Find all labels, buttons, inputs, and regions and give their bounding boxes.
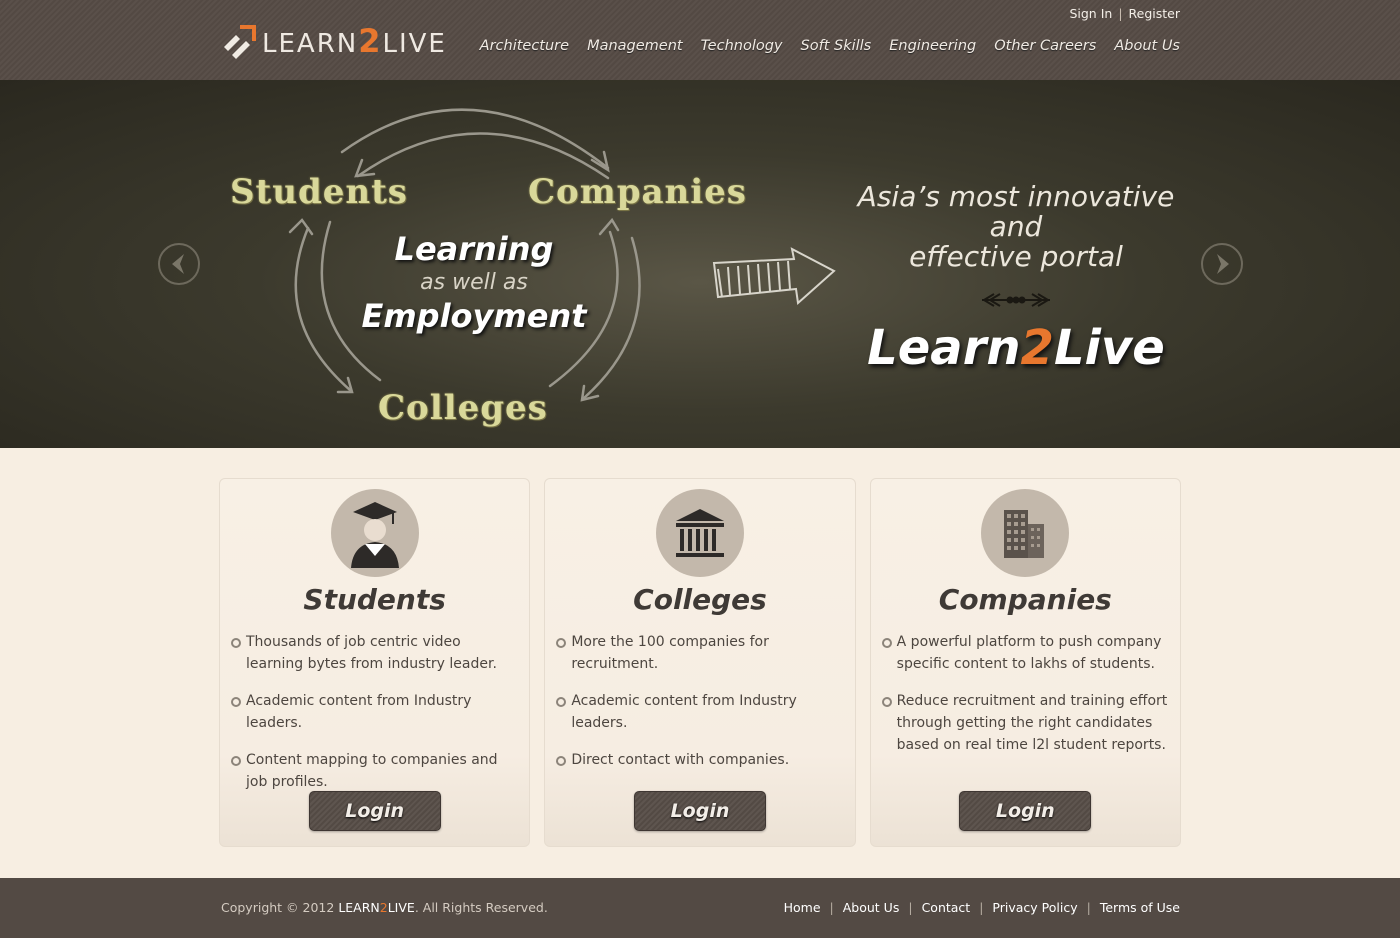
site-logo[interactable]: LEARN2LIVE xyxy=(220,20,460,62)
hero-employment-text: Employment xyxy=(361,297,587,335)
nav-item-technology[interactable]: Technology xyxy=(701,38,783,54)
hero-as-well-as-text: as well as xyxy=(420,270,528,295)
site-footer: Copyright © 2012 LEARN2LIVE. All Rights … xyxy=(0,878,1400,938)
register-link[interactable]: Register xyxy=(1129,6,1180,21)
auth-links: Sign In | Register xyxy=(1069,6,1180,21)
office-buildings-icon xyxy=(981,489,1070,577)
logo-text: LEARN2LIVE xyxy=(262,22,447,60)
footer-link-about-us[interactable]: About Us xyxy=(843,900,900,915)
card-title-colleges: Colleges xyxy=(633,583,767,616)
cycle-label-students: Students xyxy=(230,172,408,212)
footer-links: Home | About Us | Contact | Privacy Poli… xyxy=(784,900,1180,915)
footer-link-privacy-policy[interactable]: Privacy Policy xyxy=(992,900,1077,915)
card-title-students: Students xyxy=(303,583,446,616)
site-header: LEARN2LIVE Sign In | Register Architectu… xyxy=(0,0,1400,80)
list-item: More the 100 companies for recruitment. xyxy=(555,631,845,675)
copyright-text: Copyright © 2012 LEARN2LIVE. All Rights … xyxy=(221,900,548,915)
hero-center-text: Learning as well as Employment xyxy=(360,230,588,335)
students-login-button[interactable]: Login xyxy=(308,791,441,831)
footer-separator: | xyxy=(1086,900,1091,915)
ornament-divider-icon xyxy=(982,293,1050,307)
colleges-login-button[interactable]: Login xyxy=(633,791,766,831)
chevron-right-icon xyxy=(1217,254,1229,274)
list-item: Academic content from Industry leaders. xyxy=(555,690,845,734)
companies-feature-list: A powerful platform to push company spec… xyxy=(881,631,1171,771)
nav-item-about-us[interactable]: About Us xyxy=(1114,38,1180,54)
hero-tagline: Asia’s most innovative and effective por… xyxy=(856,182,1176,272)
audience-cards: Students Thousands of job centric video … xyxy=(219,478,1181,847)
college-building-icon xyxy=(655,489,744,577)
hero-learning-text: Learning xyxy=(394,230,554,268)
nav-item-other-careers[interactable]: Other Careers xyxy=(994,38,1096,54)
logo-mark-icon xyxy=(224,25,256,59)
chevron-left-icon xyxy=(172,254,184,274)
tagline-line-2: and xyxy=(989,210,1043,243)
cycle-label-colleges: Colleges xyxy=(378,388,548,428)
list-item: Academic content from Industry leaders. xyxy=(230,690,520,734)
nav-item-architecture[interactable]: Architecture xyxy=(480,38,569,54)
hero-slider: Students Companies Colleges Learning as … xyxy=(0,80,1400,448)
footer-link-terms-of-use[interactable]: Terms of Use xyxy=(1100,900,1180,915)
list-item: Content mapping to companies and job pro… xyxy=(230,749,520,793)
auth-separator: | xyxy=(1118,6,1123,21)
footer-separator: | xyxy=(979,900,984,915)
card-colleges: Colleges More the 100 companies for recr… xyxy=(544,478,856,847)
tagline-line-3: effective portal xyxy=(909,240,1123,273)
footer-separator: | xyxy=(829,900,834,915)
graduate-icon xyxy=(330,489,419,577)
tagline-line-1: Asia’s most innovative xyxy=(857,180,1175,213)
sketch-arrow-icon xyxy=(712,247,836,305)
card-companies: Companies A powerful platform to push co… xyxy=(869,478,1181,847)
list-item: A powerful platform to push company spec… xyxy=(881,631,1171,675)
slider-next-button[interactable] xyxy=(1201,243,1243,285)
colleges-feature-list: More the 100 companies for recruitment. … xyxy=(555,631,845,786)
hero-brand: Learn2Live xyxy=(867,320,1165,376)
footer-link-home[interactable]: Home xyxy=(784,900,821,915)
nav-item-soft-skills[interactable]: Soft Skills xyxy=(801,38,872,54)
card-title-companies: Companies xyxy=(938,583,1112,616)
list-item: Thousands of job centric video learning … xyxy=(230,631,520,675)
list-item: Direct contact with companies. xyxy=(555,749,845,771)
sign-in-link[interactable]: Sign In xyxy=(1069,6,1112,21)
cycle-label-companies: Companies xyxy=(528,172,747,212)
main-nav: Architecture Management Technology Soft … xyxy=(480,38,1180,54)
nav-item-engineering[interactable]: Engineering xyxy=(889,38,976,54)
list-item: Reduce recruitment and training effort t… xyxy=(881,690,1171,756)
students-feature-list: Thousands of job centric video learning … xyxy=(230,631,520,808)
footer-link-contact[interactable]: Contact xyxy=(922,900,971,915)
nav-item-management[interactable]: Management xyxy=(587,38,683,54)
card-students: Students Thousands of job centric video … xyxy=(219,478,531,847)
slider-prev-button[interactable] xyxy=(158,243,200,285)
footer-separator: | xyxy=(908,900,913,915)
companies-login-button[interactable]: Login xyxy=(959,791,1092,831)
